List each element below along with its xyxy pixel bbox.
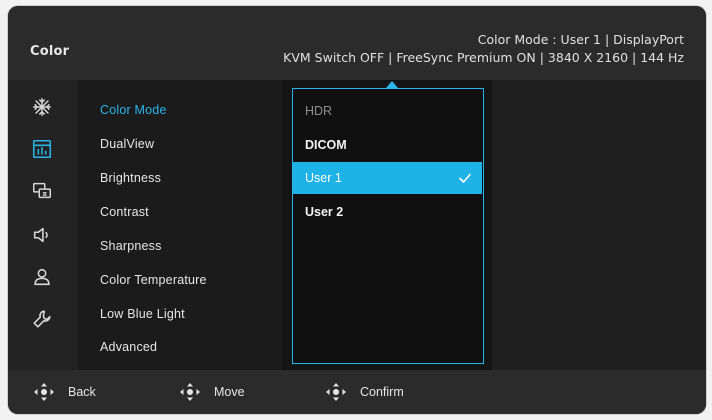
- input-source-icon[interactable]: [28, 178, 56, 204]
- menu-item-dualview[interactable]: DualView: [100, 137, 154, 151]
- menu-item-low-blue-light[interactable]: Low Blue Light: [100, 307, 185, 321]
- category-sidebar: [8, 80, 78, 370]
- option-user-1-label: User 1: [305, 171, 342, 185]
- option-dicom[interactable]: DICOM: [293, 129, 482, 161]
- detail-pane: [492, 80, 706, 370]
- menu-item-contrast[interactable]: Contrast: [100, 205, 149, 219]
- option-user-1[interactable]: User 1: [293, 162, 482, 194]
- status-line-signal: KVM Switch OFF | FreeSync Premium ON | 3…: [283, 50, 684, 65]
- snowflake-icon[interactable]: [28, 94, 56, 120]
- confirm-button[interactable]: Confirm: [324, 382, 404, 402]
- speaker-icon[interactable]: [28, 222, 56, 248]
- page-title: Color: [30, 44, 70, 59]
- joystick-left-icon: [34, 383, 54, 401]
- menu-item-sharpness[interactable]: Sharpness: [100, 239, 162, 253]
- checkmark-icon: [459, 173, 471, 183]
- osd-footer: Back Move Confirm: [8, 370, 706, 414]
- menu-item-color-mode[interactable]: Color Mode: [100, 103, 167, 117]
- color-panel-icon[interactable]: [28, 136, 56, 162]
- menu-item-color-temperature[interactable]: Color Temperature: [100, 273, 207, 287]
- wrench-icon[interactable]: [28, 306, 56, 332]
- option-user-2[interactable]: User 2: [293, 196, 482, 228]
- status-line-color-mode: Color Mode : User 1 | DisplayPort: [477, 32, 684, 47]
- user-icon[interactable]: [28, 264, 56, 290]
- option-hdr[interactable]: HDR: [293, 95, 482, 127]
- menu-item-brightness[interactable]: Brightness: [100, 171, 161, 185]
- color-mode-dropdown[interactable]: HDR DICOM User 1 User 2: [292, 81, 484, 364]
- osd-header: Color Color Mode : User 1 | DisplayPort …: [8, 6, 706, 80]
- menu-item-advanced[interactable]: Advanced: [100, 340, 157, 354]
- color-menu-list: Color Mode DualView Brightness Contrast …: [78, 80, 282, 370]
- confirm-label: Confirm: [360, 385, 404, 399]
- back-label: Back: [68, 385, 96, 399]
- osd-window: Color Color Mode : User 1 | DisplayPort …: [8, 6, 706, 414]
- joystick-move-icon: [180, 383, 200, 401]
- dropdown-caret: [386, 81, 398, 88]
- move-button[interactable]: Move: [178, 382, 245, 402]
- move-label: Move: [214, 385, 245, 399]
- back-button[interactable]: Back: [32, 382, 96, 402]
- joystick-press-icon: [326, 383, 346, 401]
